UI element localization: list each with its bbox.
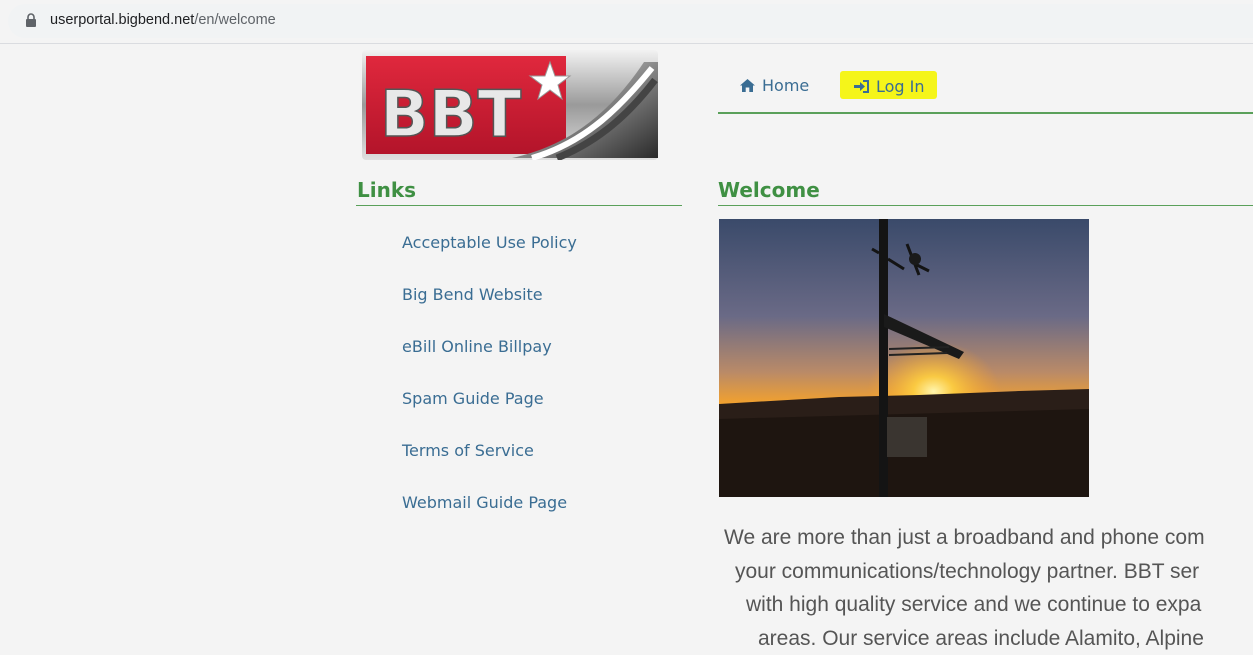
nav-home-link[interactable]: Home — [740, 76, 809, 95]
links-heading: Links — [357, 178, 416, 202]
nav-login-label: Log In — [876, 77, 925, 96]
lock-icon[interactable] — [25, 13, 37, 27]
nav-login-link[interactable]: Log In — [840, 71, 937, 99]
nav-home-label: Home — [762, 76, 809, 95]
welcome-divider — [718, 205, 1253, 206]
top-nav: Home Log In — [718, 72, 1253, 114]
welcome-line: areas. Our service areas include Alamito… — [724, 622, 1253, 655]
welcome-line: We are more than just a broadband and ph… — [724, 521, 1253, 555]
toolbar-divider — [0, 43, 1253, 44]
welcome-paragraph: We are more than just a broadband and ph… — [724, 521, 1253, 655]
url-path: /en/welcome — [194, 12, 275, 28]
address-bar[interactable]: userportal.bigbend.net/en/welcome — [8, 4, 1253, 38]
welcome-heading: Welcome — [718, 178, 820, 202]
url-text[interactable]: userportal.bigbend.net/en/welcome — [50, 12, 276, 28]
home-icon — [740, 79, 755, 92]
welcome-line: with high quality service and we continu… — [724, 588, 1253, 622]
sunset-tower-photo — [719, 219, 1089, 497]
link-acceptable-use-policy[interactable]: Acceptable Use Policy — [402, 232, 577, 284]
bbt-logo[interactable]: BBT — [362, 50, 658, 160]
link-big-bend-website[interactable]: Big Bend Website — [402, 284, 577, 336]
welcome-line: your communications/technology partner. … — [724, 555, 1253, 589]
link-terms-of-service[interactable]: Terms of Service — [402, 440, 577, 492]
links-divider — [356, 205, 682, 206]
logo-text: BBT — [380, 78, 522, 152]
link-spam-guide-page[interactable]: Spam Guide Page — [402, 388, 577, 440]
links-list: Acceptable Use Policy Big Bend Website e… — [402, 232, 577, 544]
sign-in-icon — [854, 80, 870, 93]
url-host: userportal.bigbend.net — [50, 12, 194, 28]
link-webmail-guide-page[interactable]: Webmail Guide Page — [402, 492, 577, 544]
link-ebill-online-billpay[interactable]: eBill Online Billpay — [402, 336, 577, 388]
